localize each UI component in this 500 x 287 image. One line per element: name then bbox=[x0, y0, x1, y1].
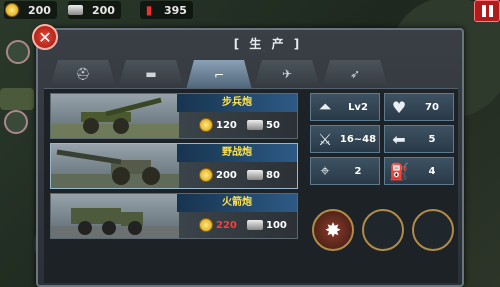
dialog-title: [ 生 产 ] bbox=[233, 37, 303, 51]
tab-artillery[interactable]: ⌐ bbox=[186, 60, 252, 90]
tab-aircraft[interactable]: ✈ bbox=[254, 60, 320, 88]
steel-counter: 200 bbox=[68, 1, 121, 19]
map-unit[interactable] bbox=[0, 88, 34, 110]
hp-stat: ♥ 70 bbox=[384, 93, 454, 121]
move-stat: ⬅ 5 bbox=[384, 125, 454, 153]
map-city-marker[interactable] bbox=[4, 110, 28, 134]
rocket-icon: ➶ bbox=[349, 67, 361, 81]
fuel-can-icon: ⛽ bbox=[389, 161, 409, 181]
gold-cost: 220 bbox=[199, 216, 237, 234]
tab-tank[interactable]: ▬ bbox=[118, 60, 184, 88]
close-icon: ✕ bbox=[38, 27, 52, 47]
oil-counter: ▮ 395 bbox=[140, 1, 193, 19]
crossed-swords-icon: ⚔ bbox=[317, 129, 333, 149]
pause-icon bbox=[488, 5, 493, 17]
gold-counter: 200 bbox=[4, 1, 57, 19]
unit-stats-panel: ⏶ Lv2 ♥ 70 ⚔ 16~48 ⬅ 5 ⌖ 2 ⛽ 4 bbox=[310, 93, 454, 189]
production-dialog: ✕ [ 生 产 ] ⛑ ▬ ⌐ ✈ ➶ 步兵炮 120 50 野战炮 200 8… bbox=[32, 24, 464, 287]
map-city-marker[interactable] bbox=[6, 40, 30, 64]
unit-card[interactable]: 火箭炮 220 100 bbox=[50, 193, 298, 239]
steel-icon bbox=[68, 2, 86, 18]
production-panel: 步兵炮 120 50 野战炮 200 80 火箭炮 220 100 ⏶ Lv2 … bbox=[44, 88, 458, 283]
production-queue: ✸ bbox=[310, 199, 454, 269]
pause-button[interactable] bbox=[474, 0, 500, 22]
gold-cost: 120 bbox=[199, 116, 237, 134]
infantry-gun-image bbox=[51, 94, 179, 138]
oil-value: 395 bbox=[164, 3, 187, 17]
gold-cost: 200 bbox=[199, 166, 237, 184]
coin-icon bbox=[199, 118, 213, 132]
steel-icon bbox=[247, 220, 263, 230]
aircraft-icon: ✈ bbox=[281, 67, 293, 81]
gold-value: 200 bbox=[28, 3, 51, 17]
artillery-unit-icon: ✸ bbox=[324, 218, 342, 242]
steel-icon bbox=[247, 170, 263, 180]
steel-cost: 100 bbox=[247, 216, 287, 234]
category-tabs: ⛑ ▬ ⌐ ✈ ➶ bbox=[46, 60, 456, 90]
resource-bar: 200 200 ▮ 395 bbox=[0, 0, 500, 22]
unit-card[interactable]: 野战炮 200 80 bbox=[50, 143, 298, 189]
unit-card[interactable]: 步兵炮 120 50 bbox=[50, 93, 298, 139]
steel-cost: 80 bbox=[247, 166, 280, 184]
pause-icon bbox=[481, 5, 486, 17]
level-stat: ⏶ Lv2 bbox=[310, 93, 380, 121]
steel-cost: 50 bbox=[247, 116, 280, 134]
movement-arrow-icon: ⬅ bbox=[392, 129, 406, 149]
artillery-icon: ⌐ bbox=[213, 68, 225, 82]
attack-stat: ⚔ 16~48 bbox=[310, 125, 380, 153]
infantry-helmet-icon: ⛑ bbox=[75, 67, 91, 81]
tab-infantry[interactable]: ⛑ bbox=[50, 60, 116, 88]
tank-icon: ▬ bbox=[145, 67, 157, 81]
steel-value: 200 bbox=[92, 3, 115, 17]
unit-name: 步兵炮 bbox=[177, 94, 297, 112]
coin-icon bbox=[199, 218, 213, 232]
tab-rocket[interactable]: ➶ bbox=[322, 60, 388, 88]
crosshair-icon: ⌖ bbox=[320, 161, 330, 180]
range-stat: ⌖ 2 bbox=[310, 157, 380, 185]
fuel-stat: ⛽ 4 bbox=[384, 157, 454, 185]
rank-chevron-icon: ⏶ bbox=[318, 97, 332, 116]
field-gun-image bbox=[51, 144, 179, 188]
close-button[interactable]: ✕ bbox=[32, 24, 58, 50]
rocket-launcher-image bbox=[51, 194, 179, 238]
coin-icon bbox=[199, 168, 213, 182]
steel-icon bbox=[247, 120, 263, 130]
queue-slot[interactable]: ✸ bbox=[312, 209, 354, 251]
queue-slot[interactable] bbox=[412, 209, 454, 251]
queue-slot[interactable] bbox=[362, 209, 404, 251]
coin-icon bbox=[4, 2, 22, 18]
oil-icon: ▮ bbox=[145, 3, 153, 17]
unit-name: 火箭炮 bbox=[177, 194, 297, 212]
unit-name: 野战炮 bbox=[177, 144, 297, 162]
heart-icon: ♥ bbox=[391, 97, 407, 117]
